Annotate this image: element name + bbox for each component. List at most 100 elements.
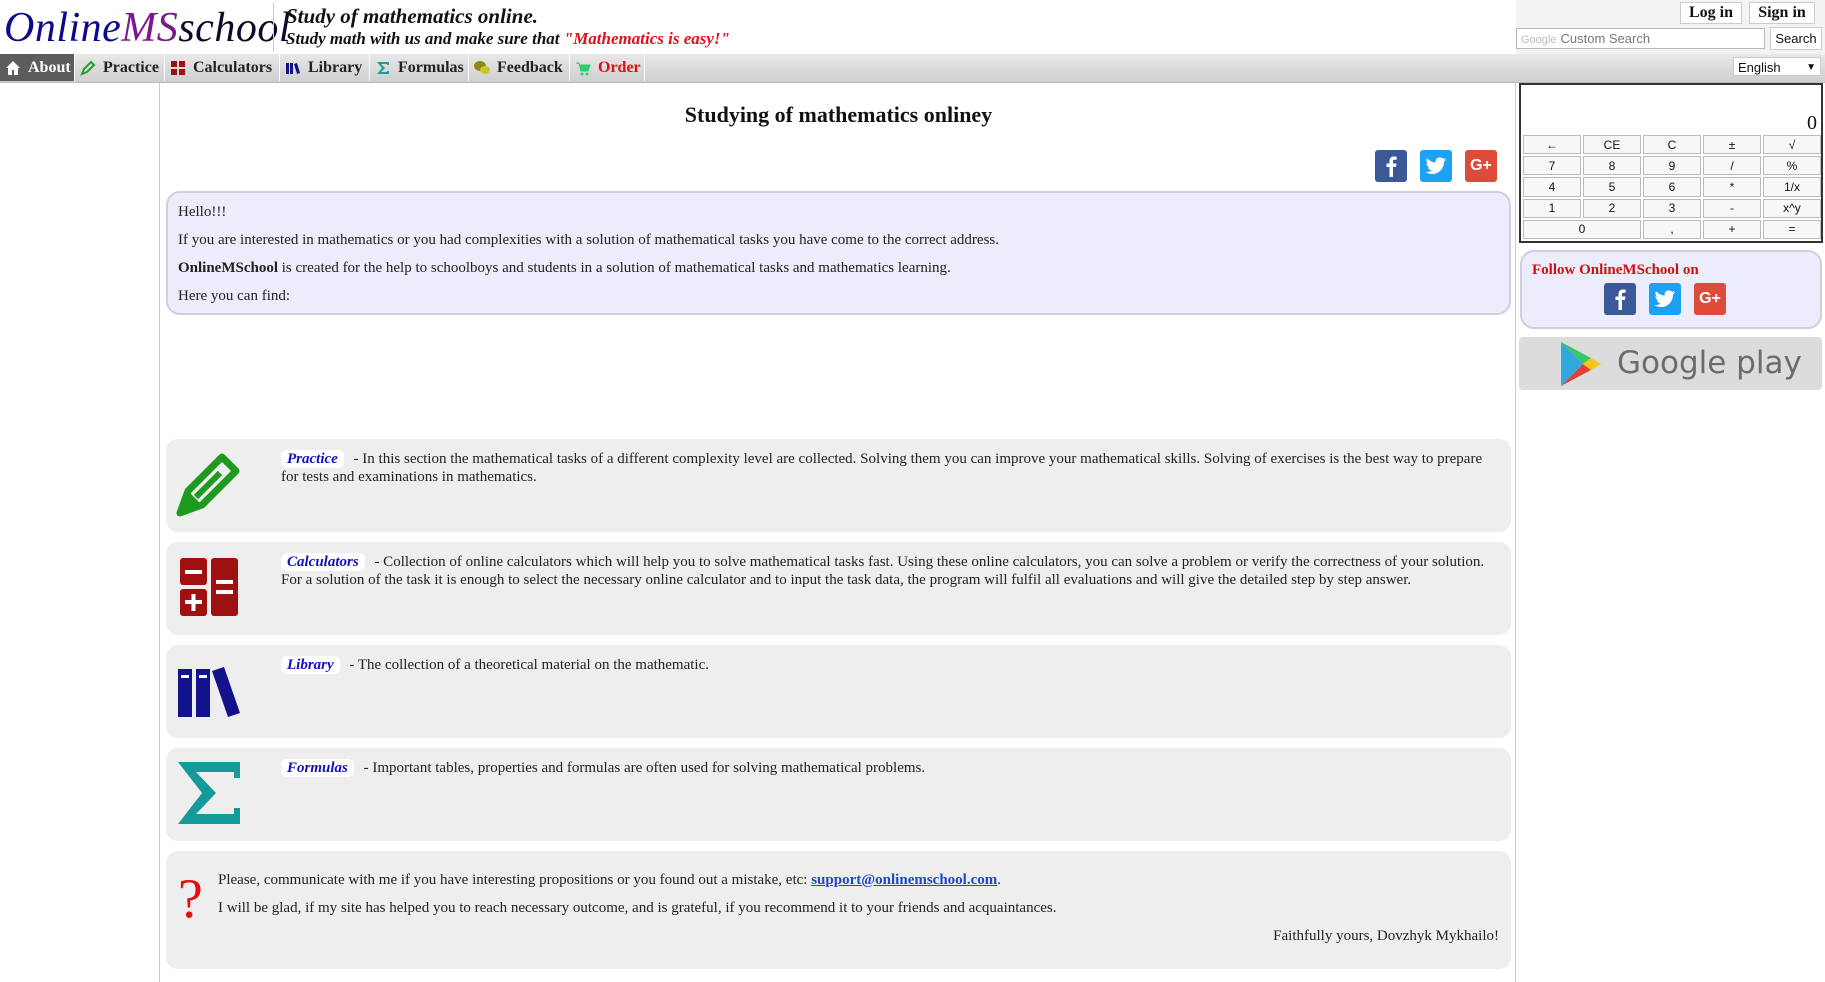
site-header: OnlineMSschool Study of mathematics onli… (0, 0, 1825, 56)
logo-text-online: Online (4, 5, 122, 51)
facebook-follow-button[interactable] (1604, 283, 1636, 315)
intro-line-text: is created for the help to schoolboys an… (278, 260, 951, 276)
sigma-icon (374, 59, 392, 77)
calculators-link[interactable]: Calculators (281, 553, 365, 571)
support-email-link[interactable]: support@onlinemschool.com (811, 872, 997, 888)
section-description: - The collection of a theoretical materi… (345, 657, 709, 673)
section-formulas: Formulas - Important tables, properties … (166, 748, 1511, 841)
contact-box: ? Please, communicate with me if you hav… (166, 851, 1511, 969)
calc-key-reciprocal[interactable]: 1/x (1763, 177, 1821, 197)
google-brand-label: Google (1521, 34, 1557, 46)
contact-line: Please, communicate with me if you have … (218, 871, 1499, 889)
calc-key-8[interactable]: 8 (1583, 156, 1641, 176)
intro-line: If you are interested in mathematics or … (178, 232, 999, 248)
site-logo[interactable]: OnlineMSschool (4, 4, 291, 52)
calc-key-decimal[interactable]: , (1643, 219, 1701, 239)
twitter-share-button[interactable] (1420, 150, 1452, 182)
nav-item-calculators[interactable]: Calculators (165, 54, 280, 81)
calc-key-divide[interactable]: / (1703, 156, 1761, 176)
google-play-badge[interactable]: Google play (1519, 337, 1822, 390)
logo-text-s: s (178, 5, 196, 51)
language-value: English (1738, 60, 1781, 75)
library-link[interactable]: Library (281, 656, 340, 674)
tagline: Study of mathematics online. Study math … (286, 4, 730, 50)
intro-box: Hello!!! If you are interested in mathem… (166, 191, 1511, 315)
contact-line-text: Please, communicate with me if you have … (218, 872, 812, 888)
calc-key-5[interactable]: 5 (1583, 177, 1641, 197)
tagline-line-2: Study math with us and make sure that "M… (286, 28, 730, 50)
twitter-follow-button[interactable] (1649, 283, 1681, 315)
calc-key-4[interactable]: 4 (1523, 177, 1581, 197)
section-description: - Collection of online calculators which… (281, 554, 1485, 588)
intro-brand: OnlineMSchool (178, 260, 279, 276)
nav-item-feedback[interactable]: Feedback (469, 54, 570, 81)
calc-key-multiply[interactable]: * (1703, 177, 1761, 197)
search-button[interactable]: Search (1770, 27, 1822, 50)
section-text: Calculators - Collection of online calcu… (281, 553, 1499, 589)
main-content: Studying of mathematics onliney G+ Hello… (159, 83, 1516, 982)
page-title: Studying of mathematics onliney (684, 102, 993, 127)
facebook-icon (1386, 156, 1397, 177)
nav-item-library[interactable]: Library (280, 54, 370, 81)
nav-item-order[interactable]: Order (570, 54, 645, 81)
formulas-link[interactable]: Formulas (281, 759, 354, 777)
calc-key-0[interactable]: 0 (1523, 219, 1641, 239)
calc-key-minus[interactable]: - (1703, 198, 1761, 218)
contact-line: I will be glad, if my site has helped yo… (218, 900, 1057, 916)
chat-icon (473, 59, 491, 77)
calc-key-sign[interactable]: ± (1703, 135, 1761, 155)
section-description: - In this section the mathematical tasks… (281, 451, 1483, 485)
calc-key-plus[interactable]: + (1703, 219, 1761, 239)
calc-key-ce[interactable]: CE (1583, 135, 1641, 155)
practice-link[interactable]: Practice (281, 450, 344, 468)
tagline-text: Study math with us and make sure that (286, 29, 564, 48)
calculator-keypad: ← CE C ± √ 7 8 9 / % 4 5 6 * 1/x 1 2 3 -… (1523, 135, 1821, 239)
calc-key-7[interactable]: 7 (1523, 156, 1581, 176)
question-icon: ? (178, 868, 203, 930)
googleplus-follow-button[interactable]: G+ (1694, 283, 1726, 315)
calc-key-backspace[interactable]: ← (1523, 135, 1581, 155)
calculator-display: 0 (1807, 112, 1817, 134)
calc-key-6[interactable]: 6 (1643, 177, 1701, 197)
signature: Faithfully yours, Dovzhyk Mykhailo! (1273, 928, 1499, 944)
contact-text: Please, communicate with me if you have … (218, 871, 1499, 955)
facebook-share-button[interactable] (1375, 150, 1407, 182)
follow-box: Follow OnlineMSchool on G+ (1520, 250, 1822, 329)
calc-key-sqrt[interactable]: √ (1763, 135, 1821, 155)
nav-label: Library (308, 58, 363, 76)
calculator-icon (169, 59, 187, 77)
books-icon (284, 59, 302, 77)
twitter-icon (1425, 157, 1446, 174)
nav-item-formulas[interactable]: Formulas (370, 54, 469, 81)
search-input[interactable]: Google Custom Search (1516, 28, 1765, 49)
calc-key-3[interactable]: 3 (1643, 198, 1701, 218)
header-divider (273, 2, 274, 52)
section-library: Library - The collection of a theoretica… (166, 645, 1511, 738)
googleplus-share-button[interactable]: G+ (1465, 150, 1497, 182)
cart-icon (574, 59, 592, 77)
calc-key-c[interactable]: C (1643, 135, 1701, 155)
calc-key-percent[interactable]: % (1763, 156, 1821, 176)
nav-item-practice[interactable]: Practice (75, 54, 165, 81)
logo-text-chool: chool (195, 5, 291, 51)
tagline-line-1: Study of mathematics online. (286, 4, 539, 28)
follow-title: Follow OnlineMSchool on (1532, 262, 1699, 278)
nav-item-about[interactable]: About (0, 54, 75, 81)
calc-key-power[interactable]: x^y (1763, 198, 1821, 218)
signin-button[interactable]: Sign in (1749, 2, 1815, 24)
pencil-icon (79, 59, 97, 77)
intro-line: OnlineMSchool is created for the help to… (178, 259, 1499, 277)
calc-key-9[interactable]: 9 (1643, 156, 1701, 176)
language-select[interactable]: English ▼ (1733, 57, 1821, 76)
google-play-label: Google play (1617, 345, 1802, 381)
google-play-icon (1561, 342, 1601, 386)
login-button[interactable]: Log in (1680, 2, 1742, 24)
chevron-down-icon: ▼ (1806, 62, 1816, 73)
pencil-icon (176, 451, 242, 517)
calc-key-equals[interactable]: = (1763, 219, 1821, 239)
calc-key-2[interactable]: 2 (1583, 198, 1641, 218)
calc-key-1[interactable]: 1 (1523, 198, 1581, 218)
facebook-icon (1615, 289, 1626, 310)
calculator-icon (176, 554, 242, 620)
nav-label: Practice (103, 58, 159, 76)
